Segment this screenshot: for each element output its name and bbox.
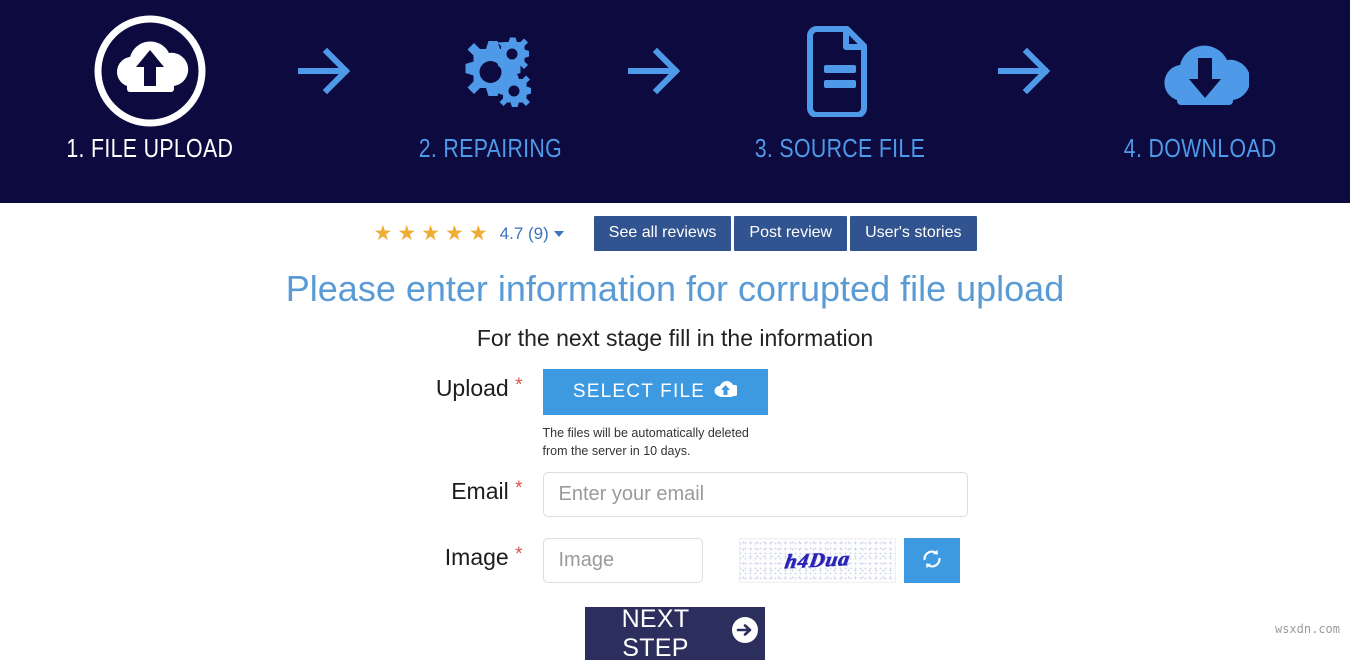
step-label: 2. REPAIRING <box>418 133 562 163</box>
email-label: Email * <box>383 472 543 505</box>
rating-value: 4.7 (9) <box>499 223 549 243</box>
upload-form: Upload * SELECT FILE The files will be a… <box>0 369 1350 662</box>
see-all-reviews-button[interactable]: See all reviews <box>593 216 732 251</box>
star-icon-1: ★ <box>373 222 393 245</box>
form-row-image: Image * h4Dua <box>0 538 1350 583</box>
upload-field: SELECT FILE The files will be automatica… <box>542 369 968 460</box>
next-step-label: NEXT STEP <box>621 604 690 662</box>
main-content: ★ ★ ★ ★ ★ 4.7 (9) See all reviews Post r… <box>0 203 1350 662</box>
chevron-down-icon <box>553 230 564 237</box>
users-stories-button[interactable]: User's stories <box>850 216 977 251</box>
gears-icon <box>442 8 538 133</box>
star-icon-5: ★ <box>468 222 488 245</box>
cloud-upload-icon <box>714 380 740 404</box>
cloud-upload-circle-icon <box>91 8 209 133</box>
star-icon-4: ★ <box>444 222 464 245</box>
step-file-upload[interactable]: 1. FILE UPLOAD <box>25 8 275 164</box>
select-file-button[interactable]: SELECT FILE <box>542 369 768 415</box>
captcha-refresh-button[interactable] <box>903 538 960 583</box>
form-row-email: Email * <box>0 472 1350 517</box>
arrow-right-icon-3 <box>975 8 1075 133</box>
select-file-label: SELECT FILE <box>572 381 706 402</box>
email-input[interactable] <box>542 472 968 517</box>
captcha-text: h4Dua <box>782 546 852 574</box>
email-field-wrap <box>542 472 968 517</box>
required-asterisk: * <box>515 478 523 499</box>
cloud-download-icon <box>1151 8 1249 133</box>
arrow-right-circle-icon <box>731 616 759 651</box>
captcha-input[interactable] <box>542 538 703 583</box>
rating-stars: ★ ★ ★ ★ ★ <box>374 223 488 244</box>
required-asterisk: * <box>515 544 523 565</box>
image-label: Image * <box>383 538 543 571</box>
upload-label-text: Upload <box>435 375 509 401</box>
page-title: Please enter information for corrupted f… <box>285 268 1065 309</box>
step-repairing[interactable]: 2. REPAIRING <box>375 8 605 164</box>
review-buttons: See all reviews Post review User's stori… <box>593 216 977 251</box>
rating-dropdown-link[interactable]: 4.7 (9) <box>500 224 564 244</box>
star-icon-3: ★ <box>421 222 440 245</box>
upload-note: The files will be automatically deleted … <box>542 426 749 458</box>
step-label: 1. FILE UPLOAD <box>66 133 234 163</box>
refresh-icon <box>920 547 944 574</box>
step-source-file[interactable]: 3. SOURCE FILE <box>705 8 975 164</box>
review-bar: ★ ★ ★ ★ ★ 4.7 (9) See all reviews Post r… <box>0 203 1350 251</box>
form-row-upload: Upload * SELECT FILE The files will be a… <box>0 369 1350 460</box>
document-icon <box>805 8 875 133</box>
step-label: 4. DOWNLOAD <box>1123 133 1277 163</box>
next-step-button[interactable]: NEXT STEP <box>585 604 765 662</box>
email-label-text: Email <box>451 478 509 504</box>
captcha-row: h4Dua <box>738 538 960 583</box>
upload-label: Upload * <box>383 369 543 402</box>
steps-row: 1. FILE UPLOAD 2. REPAIRING 3. SOURCE FI… <box>0 0 1350 203</box>
required-asterisk: * <box>515 375 523 396</box>
page-subtitle: For the next stage fill in the informati… <box>476 325 874 351</box>
arrow-right-icon-1 <box>275 8 375 133</box>
image-field-wrap: h4Dua <box>542 538 968 583</box>
post-review-button[interactable]: Post review <box>734 216 848 251</box>
step-download[interactable]: 4. DOWNLOAD <box>1075 8 1325 164</box>
watermark: wsxdn.com <box>1274 622 1340 636</box>
step-label: 3. SOURCE FILE <box>754 133 926 163</box>
submit-row: NEXT STEP <box>0 604 1350 662</box>
image-label-text: Image <box>444 544 509 570</box>
arrow-right-icon-2 <box>605 8 705 133</box>
star-icon-2: ★ <box>397 222 417 245</box>
captcha-image: h4Dua <box>738 538 896 583</box>
progress-steps-bar: 1. FILE UPLOAD 2. REPAIRING 3. SOURCE FI… <box>0 0 1350 203</box>
